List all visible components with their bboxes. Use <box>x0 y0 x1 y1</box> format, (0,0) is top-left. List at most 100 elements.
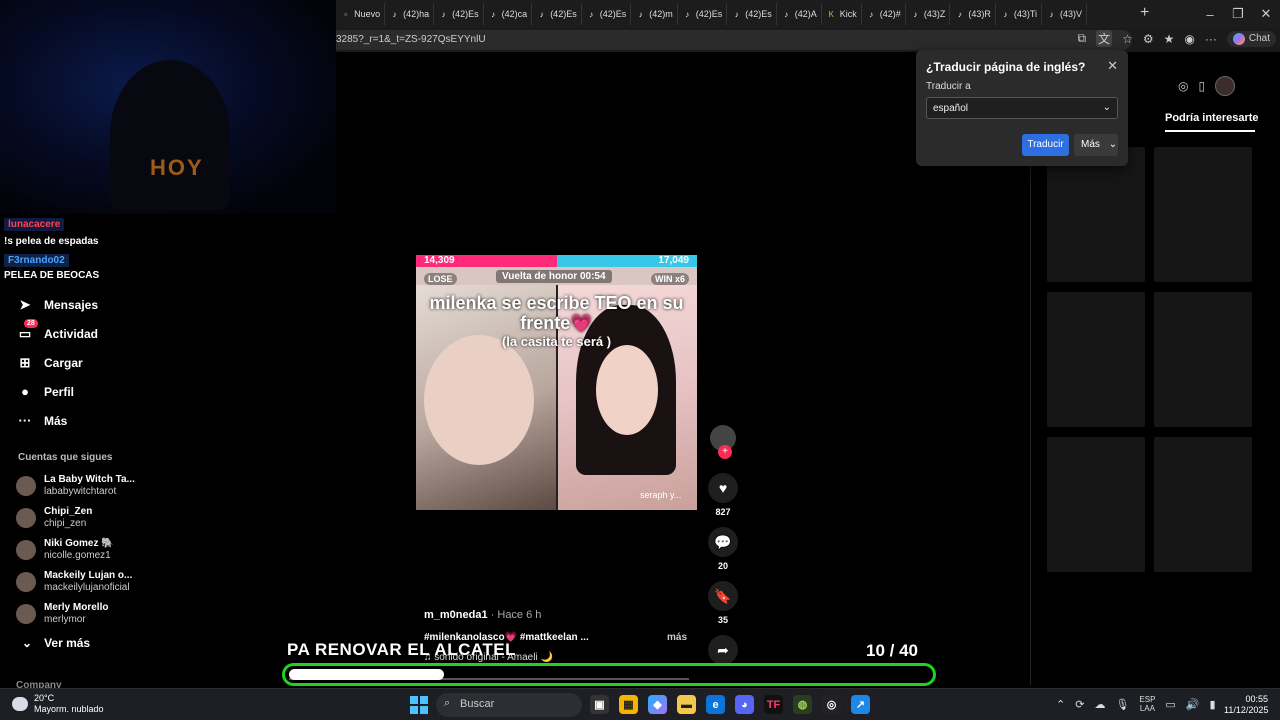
followed-account[interactable]: Niki Gomez 🐘 nicolle.gomez1 <box>16 534 135 566</box>
task-view-icon[interactable]: ▣ <box>590 695 609 714</box>
browser-tab[interactable]: ♪ (42)Es <box>727 3 777 25</box>
post-author[interactable]: m_m0neda1 · Hace 6 h <box>424 609 541 621</box>
webcam-overlay: HOY <box>0 0 336 214</box>
account-name: Chipi_Zen <box>44 506 93 517</box>
mic-icon[interactable]: 🎙 <box>1115 698 1129 711</box>
browser-tab[interactable]: ♪ (43)R <box>950 3 996 25</box>
browser-tab[interactable]: ♪ (42)Es <box>532 3 582 25</box>
chevron-up-icon[interactable]: ⌃ <box>1056 698 1065 711</box>
more-label: Más <box>1081 139 1100 150</box>
open-in-app-icon[interactable]: ⧉ <box>1078 31 1087 46</box>
browser-tab[interactable]: ♪ (42)Es <box>582 3 632 25</box>
sidebar-item-actividad[interactable]: ▭ 28 Actividad <box>18 318 98 348</box>
suggested-video-card[interactable] <box>1154 292 1252 427</box>
tab-you-may-like[interactable]: Podría interesarte <box>1165 112 1259 124</box>
profile-avatar-icon[interactable]: ◉ <box>1184 32 1194 46</box>
suggested-video-card[interactable] <box>1047 292 1145 427</box>
post-more-button[interactable]: más <box>667 632 687 643</box>
windows-start-icon[interactable] <box>410 696 428 714</box>
edge-icon[interactable]: e <box>706 695 725 714</box>
browser-tab[interactable]: ♪ (42)A <box>777 3 822 25</box>
language-indicator[interactable]: ESP LAA <box>1139 695 1155 713</box>
sidebar-item-label: Mensajes <box>44 297 99 312</box>
comment-button[interactable]: 💬 <box>708 527 738 557</box>
device-icon[interactable]: ▯ <box>1198 79 1205 93</box>
close-icon[interactable]: ✕ <box>1107 58 1118 74</box>
translate-icon[interactable]: 文 <box>1096 30 1113 47</box>
followed-account[interactable]: La Baby Witch Ta... lababywitchtarot <box>16 470 135 502</box>
browser-tab[interactable]: ♪ (42)ca <box>484 3 533 25</box>
sidebar-item-cargar[interactable]: ⊞ Cargar <box>18 348 98 377</box>
share-button[interactable]: ➦ <box>708 635 738 665</box>
settings-more-icon[interactable]: ··· <box>1205 32 1217 46</box>
favorites-icon[interactable]: ★ <box>1164 32 1175 46</box>
followed-account[interactable]: Chipi_Zen chipi_zen <box>16 502 135 534</box>
avatar <box>16 540 36 560</box>
user-avatar[interactable] <box>1215 76 1236 96</box>
follow-plus-icon[interactable]: + <box>718 445 732 459</box>
copilot-chat-button[interactable]: Chat <box>1226 30 1276 47</box>
suggested-video-card[interactable] <box>1154 147 1252 282</box>
followed-account[interactable]: Mackeily Lujan o... mackeilylujanoficial <box>16 566 135 598</box>
taskbar-search[interactable]: ⌕ Buscar <box>436 693 582 717</box>
tab-label: (42)ha <box>403 9 430 19</box>
language-select[interactable]: español ⌄ <box>926 97 1118 119</box>
remote-app-icon[interactable]: ↗ <box>851 695 870 714</box>
creator-avatar[interactable]: + <box>710 425 736 459</box>
tiktok-live-icon[interactable]: TF <box>764 695 783 714</box>
volume-icon[interactable]: 🔊 <box>1186 698 1200 711</box>
address-bar[interactable]: 3285?_r=1&_t=ZS-927QsEYYnlU <box>330 30 1132 50</box>
browser-tab[interactable]: ♪ (42)Es <box>678 3 728 25</box>
win-badge: WIN x6 <box>650 273 689 285</box>
file-explorer-icon[interactable]: ▬ <box>677 695 696 714</box>
minimize-icon[interactable]: – <box>1196 7 1224 22</box>
new-tab-button[interactable]: + <box>1140 4 1149 22</box>
browser-tab[interactable]: ♪ (42)m <box>631 3 678 25</box>
like-button[interactable]: ♥ <box>708 473 738 503</box>
compass-icon[interactable]: ◎ <box>1178 79 1188 93</box>
display-icon[interactable]: ▭ <box>1165 698 1175 711</box>
translate-button[interactable]: Traducir <box>1022 134 1069 156</box>
obs-icon[interactable]: ◎ <box>822 695 841 714</box>
followed-account[interactable]: Merly Morello merlymor <box>16 598 135 630</box>
weather-widget[interactable]: 20°C Mayorm. nublado <box>12 693 104 715</box>
account-handle: merlymor <box>44 614 86 625</box>
sidebar-item-más[interactable]: ··· Más <box>18 406 98 435</box>
suggested-video-card[interactable] <box>1154 437 1252 572</box>
tab-underline <box>1165 130 1255 132</box>
like-count: 827 <box>715 507 731 517</box>
browser-tab[interactable]: ♪ (42)# <box>862 3 906 25</box>
browser-tab[interactable]: ♪ (43)Ti <box>996 3 1043 25</box>
video-player[interactable]: 14,309 17,049 LOSE Vuelta de honor 00:54… <box>416 255 697 510</box>
copilot-app-icon[interactable]: ◆ <box>648 695 667 714</box>
browser-tab[interactable]: ♪ (42)ha <box>385 3 435 25</box>
maximize-icon[interactable]: ❐ <box>1224 6 1252 22</box>
search-placeholder: Buscar <box>460 698 495 710</box>
extensions-icon[interactable]: ⚙ <box>1143 32 1154 46</box>
tiktok-icon: ♪ <box>441 9 446 19</box>
close-window-icon[interactable]: ✕ <box>1252 6 1280 22</box>
browser-tab[interactable]: ▫ Nuevo <box>336 3 386 25</box>
onedrive-icon[interactable]: ☁ <box>1094 698 1105 711</box>
browser-tab[interactable]: ♪ (42)Es <box>434 3 484 25</box>
browser-tab[interactable]: K Kick <box>822 3 862 25</box>
tab-label: Kick <box>839 9 857 19</box>
battery-icon[interactable]: ▮ <box>1210 698 1216 711</box>
suggested-video-card[interactable] <box>1047 147 1145 282</box>
discord-icon[interactable]: ◕ <box>735 695 754 714</box>
sidebar-item-mensajes[interactable]: ➤ Mensajes <box>18 290 98 319</box>
app-icon[interactable]: ◍ <box>793 695 812 714</box>
tab-label: (43)Ti <box>1013 9 1038 19</box>
browser-tab[interactable]: ♪ (43)Z <box>906 3 951 25</box>
store-icon[interactable]: ▦ <box>619 695 638 714</box>
sync-icon[interactable]: ⟳ <box>1075 698 1084 711</box>
browser-tab[interactable]: ♪ (43)V <box>1042 3 1088 25</box>
taskbar-clock[interactable]: 00:55 11/12/2025 <box>1224 694 1268 716</box>
sidebar-item-perfil[interactable]: ● Perfil <box>18 377 98 406</box>
favorite-star-icon[interactable]: ☆ <box>1122 32 1133 46</box>
save-button[interactable]: 🔖 <box>708 581 738 611</box>
suggested-video-card[interactable] <box>1047 437 1145 572</box>
more-options-button[interactable]: Más ⌄ <box>1074 134 1118 156</box>
see-more-button[interactable]: ⌄ Ver más <box>22 636 90 650</box>
tiktok-icon: ♪ <box>869 9 874 19</box>
